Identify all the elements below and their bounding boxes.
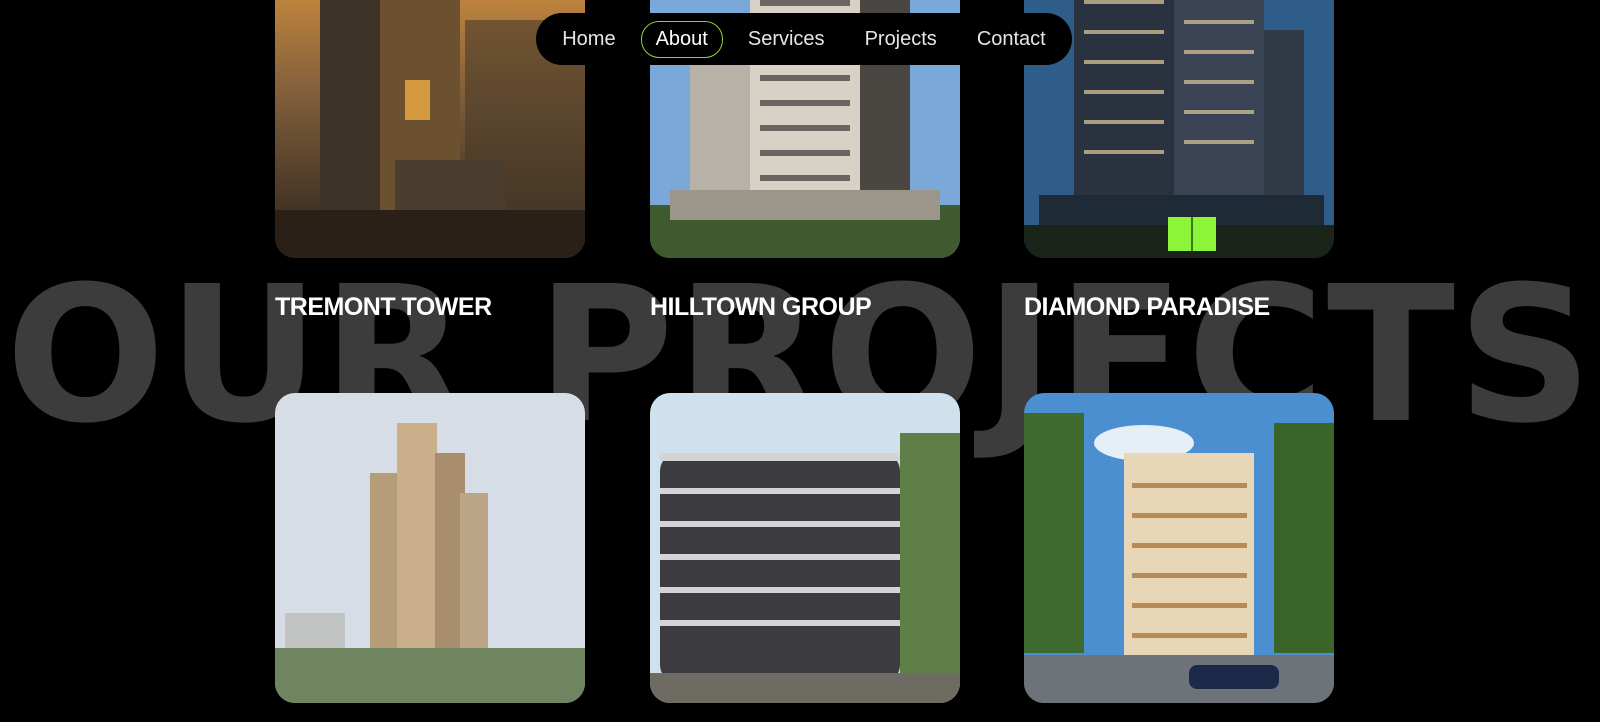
- project-image-dark-building[interactable]: [650, 393, 960, 703]
- nav-item-home[interactable]: Home: [547, 21, 630, 58]
- accent-marker: [1168, 217, 1216, 251]
- project-title-hilltown-group: HILLTOWN GROUP: [650, 293, 872, 321]
- project-title-diamond-paradise: DIAMOND PARADISE: [1024, 293, 1270, 321]
- project-image-tall-towers[interactable]: [275, 393, 585, 703]
- nav-item-projects[interactable]: Projects: [850, 21, 952, 58]
- main-nav: Home About Services Projects Contact: [536, 13, 1072, 65]
- nav-item-services[interactable]: Services: [733, 21, 840, 58]
- nav-item-contact[interactable]: Contact: [962, 21, 1061, 58]
- project-title-tremont-tower: TREMONT TOWER: [275, 293, 492, 321]
- beige-tower-image: [1024, 393, 1334, 703]
- tall-towers-image: [275, 393, 585, 703]
- dark-building-image: [650, 393, 960, 703]
- nav-item-about[interactable]: About: [640, 20, 723, 58]
- project-image-beige-tower[interactable]: [1024, 393, 1334, 703]
